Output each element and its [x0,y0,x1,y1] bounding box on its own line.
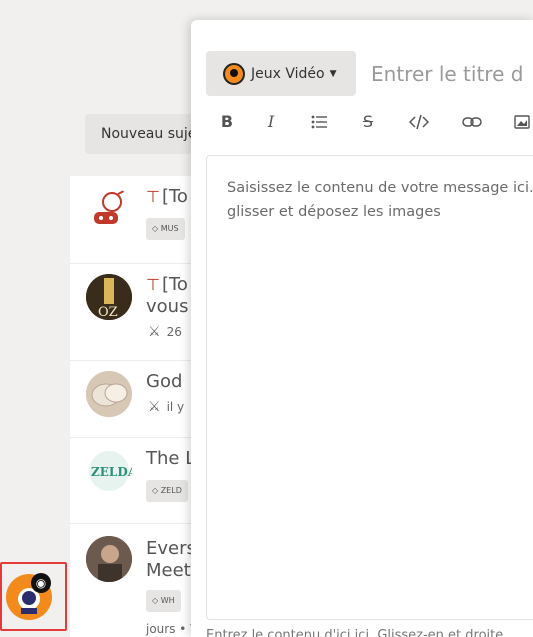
topic-title: Evers [146,538,196,559]
eye-icon: ◉ [31,573,51,593]
topic-avatar [86,371,132,417]
oz-logo-icon: OZ [86,274,132,320]
chevron-down-icon: ▼ [329,68,337,79]
topic-meta: il y [166,400,185,414]
topic-title: [To [161,274,188,295]
music-gamepad-icon [94,189,127,224]
svg-text:ZELDA: ZELDA [91,465,132,479]
link-icon[interactable] [458,108,486,136]
topic-avatar [86,186,132,232]
topic-meta: 26 [166,325,182,339]
formatting-toolbar: B I S [206,102,533,142]
category-label: Jeux Vidéo [251,65,325,82]
topic-tag[interactable]: ◇ ZELD [146,480,188,502]
topic-title-line2: vous [146,296,189,317]
topic-avatar [86,536,132,582]
topic-tag[interactable]: ◇ WH [146,590,181,612]
topic-title-line2: Meet [146,560,191,581]
topic-title: God [146,371,183,392]
footer-hint: Entrez le contenu d'ici ici. Glissez-en … [206,628,504,637]
bulleted-list-icon[interactable] [305,108,333,136]
swords-icon: ⚔ [148,324,161,340]
topic-title: [To [161,186,188,207]
svg-text:OZ: OZ [98,305,118,320]
topic-title: The L [146,448,196,469]
message-editor[interactable]: Saisissez le contenu de votre message ic… [206,155,533,620]
pin-icon: ⊤ [146,187,160,206]
category-icon [223,62,245,85]
title-input[interactable] [371,51,533,96]
live-viewer-widget[interactable]: ◉ [0,562,67,631]
editor-placeholder: Saisissez le contenu de votre message ic… [227,180,533,220]
plates-image-icon [86,371,132,417]
zelda-logo-icon: ZELDA [89,451,132,491]
topic-avatar: ZELDA [86,448,132,494]
image-icon[interactable] [508,108,533,136]
topic-tag[interactable]: ◇ MUS [146,218,185,240]
topic-avatar: OZ [86,274,132,320]
composer-panel: Jeux Vidéo ▼ B I S [191,20,533,637]
category-selector[interactable]: Jeux Vidéo ▼ [206,51,356,96]
bold-icon[interactable]: B [213,108,241,136]
italic-icon[interactable]: I [257,108,285,136]
swords-icon: ⚔ [148,399,161,415]
code-icon[interactable] [405,108,433,136]
strikethrough-icon[interactable]: S [354,108,382,136]
pin-icon: ⊤ [146,275,160,294]
person-photo-icon [86,536,132,582]
